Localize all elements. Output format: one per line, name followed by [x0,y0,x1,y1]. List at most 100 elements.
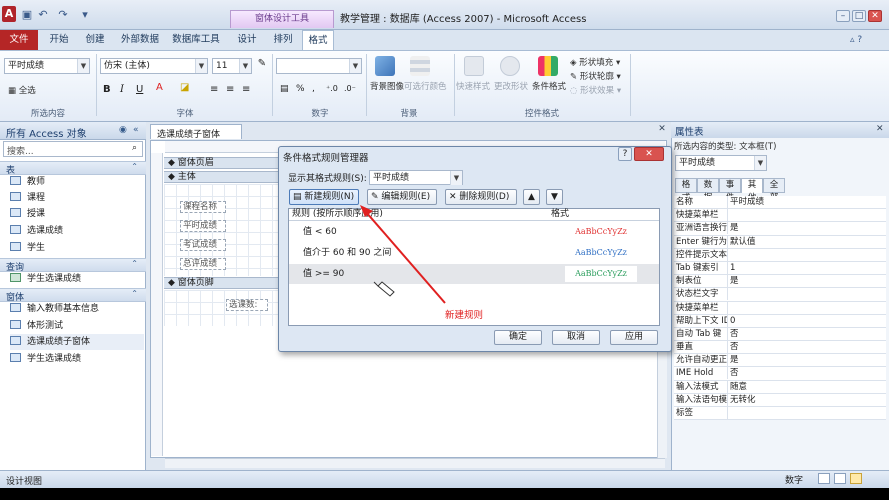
nav-item-form[interactable]: 体形测试 [10,318,63,334]
shape-fill-button[interactable]: ◈ 形状填充 ▾ [570,56,620,68]
quick-styles-icon[interactable] [464,56,484,76]
property-value[interactable]: 是 [728,275,739,287]
delete-rule-button[interactable]: ✕ 删除规则(D) [445,189,517,205]
nav-item-form[interactable]: 学生选课成绩 [10,351,81,367]
nav-category-tables[interactable]: 表 ⌃ [0,161,146,176]
property-tab-data[interactable]: 数据 [697,178,719,203]
horizontal-scrollbar[interactable] [165,458,665,468]
change-shape-label[interactable]: 更改形状 [494,80,528,92]
property-tab-other[interactable]: 其他 [741,178,763,203]
access-app-icon[interactable]: A [2,6,16,22]
increase-decimals-icon[interactable]: ⁺.0 [326,84,338,93]
nav-item-form[interactable]: 输入教师基本信息 [10,301,99,317]
selected-control-combo[interactable]: 平时成绩 ▼ [675,155,767,171]
shape-effects-button[interactable]: ◌ 形状效果 ▾ [570,84,621,96]
rule-row-selected[interactable]: 值 >= 90 AaBbCcYyZz [289,264,659,284]
edit-rule-button[interactable]: ✎ 编辑规则(E) [367,189,437,205]
rule-row[interactable]: 值介于 60 和 90 之间 AaBbCcYyZz [289,243,659,263]
search-icon[interactable]: ⌕ [132,143,137,153]
form-view-icon[interactable] [818,473,830,484]
property-value[interactable]: 1 [728,262,735,274]
document-tab[interactable]: 选课成绩子窗体 [150,124,242,140]
ok-button[interactable]: 确定 [494,330,542,345]
bold-icon[interactable]: B [103,84,111,95]
selection-combo[interactable]: 平时成绩 ▼ [4,58,90,74]
change-shape-icon[interactable] [500,56,520,76]
property-row[interactable]: 标签 [674,407,886,421]
close-icon[interactable]: ✕ [868,10,882,22]
property-value[interactable]: 是 [728,354,739,366]
decrease-decimals-icon[interactable]: .0⁻ [344,84,356,93]
shape-outline-button[interactable]: ✎ 形状轮廓 ▾ [570,70,621,82]
italic-icon[interactable]: I [120,84,124,95]
move-down-icon[interactable]: ▼ [546,189,563,205]
number-format-combo[interactable]: ▼ [276,58,362,74]
nav-dropdown-icon[interactable]: ◉ [119,125,127,135]
nav-item-query[interactable]: 学生选课成绩 [10,271,81,287]
property-tab-all[interactable]: 全部 [763,178,785,203]
close-document-icon[interactable]: ✕ [656,124,668,136]
alternate-row-color-label[interactable]: 可选行颜色 [404,80,447,92]
collapse-nav-icon[interactable]: « [133,125,139,135]
property-row[interactable]: IME Hold 否 [674,367,886,381]
property-tab-format[interactable]: 格式 [675,178,697,203]
property-row[interactable]: 控件提示文本 [674,248,886,262]
property-row[interactable]: 自动 Tab 键否 [674,327,886,342]
nav-search-input[interactable]: 搜索... [3,141,143,157]
property-row[interactable]: 状态栏文字 [674,288,886,302]
nav-item-table[interactable]: 学生 [10,240,45,256]
show-rules-for-combo[interactable]: 平时成绩 ▼ [369,170,463,185]
property-value[interactable]: 无转化 [728,394,756,406]
percent-icon[interactable]: % [296,84,305,94]
property-value[interactable]: 否 [728,341,739,353]
property-value[interactable]: 是 [728,222,739,234]
property-row[interactable]: 快捷菜单栏 [674,301,886,315]
tab-design[interactable]: 设计 [232,30,262,50]
property-value[interactable]: 0 [728,315,735,327]
cancel-button[interactable]: 取消 [552,330,600,345]
property-value[interactable]: 否 [728,367,739,379]
property-value[interactable]: 随意 [728,381,747,393]
property-row[interactable]: 输入法模式 随意 [674,380,886,394]
nav-item-table[interactable]: 授课 [10,206,45,222]
footer-label[interactable]: 选课数: [226,299,268,311]
field-label[interactable]: 考试成绩 [180,239,226,251]
customize-icon[interactable]: ▾ [78,8,92,22]
save-icon[interactable]: ▣ [20,8,34,22]
dialog-help-icon[interactable]: ? [618,147,632,161]
layout-view-icon[interactable] [834,473,846,484]
font-color-icon[interactable]: A [156,82,163,93]
new-rule-button[interactable]: ▤ 新建规则(N) [289,189,359,205]
move-up-icon[interactable]: ▲ [523,189,540,205]
nav-category-forms[interactable]: 窗体 ⌃ [0,288,146,303]
property-tab-event[interactable]: 事件 [719,178,741,203]
field-label[interactable]: 平时成绩 [180,220,226,232]
align-center-icon[interactable]: ≡ [226,84,234,95]
font-size-combo[interactable]: 11 ▼ [212,58,252,74]
property-row[interactable]: 允许自动更正是 [674,354,886,368]
align-left-icon[interactable]: ≡ [210,84,218,95]
property-row[interactable]: 快捷菜单栏 [674,209,886,223]
nav-item-table[interactable]: 选课成绩 [10,223,63,239]
select-all-button[interactable]: ▦ 全选 [8,84,36,96]
comma-icon[interactable]: , [312,84,315,94]
underline-icon[interactable]: U [136,84,143,95]
quick-styles-label[interactable]: 快速样式 [456,80,490,92]
property-row[interactable]: Tab 键索引 1 [674,261,886,276]
nav-category-queries[interactable]: 查询 ⌃ [0,258,146,273]
property-row[interactable]: 垂直否 [674,341,886,355]
maximize-icon[interactable]: □ [852,10,866,22]
property-row[interactable]: 制表位是 [674,275,886,289]
conditional-format-icon[interactable] [538,56,558,76]
alternate-row-color-icon[interactable] [410,56,430,76]
design-view-icon[interactable] [850,473,862,484]
tab-arrange[interactable]: 排列 [268,30,298,50]
font-name-combo[interactable]: 仿宋 (主体) ▼ [100,58,208,74]
currency-icon[interactable]: ▤ [280,84,289,94]
property-value[interactable]: 默认值 [728,236,756,248]
property-row[interactable]: 名称 平时成绩 [674,196,886,210]
background-image-label[interactable]: 背景图像 [370,80,404,92]
help-icon[interactable]: ▵ ? [850,35,862,45]
property-row[interactable]: 帮助上下文 ID0 [674,314,886,328]
tab-database-tools[interactable]: 数据库工具 [168,30,224,50]
